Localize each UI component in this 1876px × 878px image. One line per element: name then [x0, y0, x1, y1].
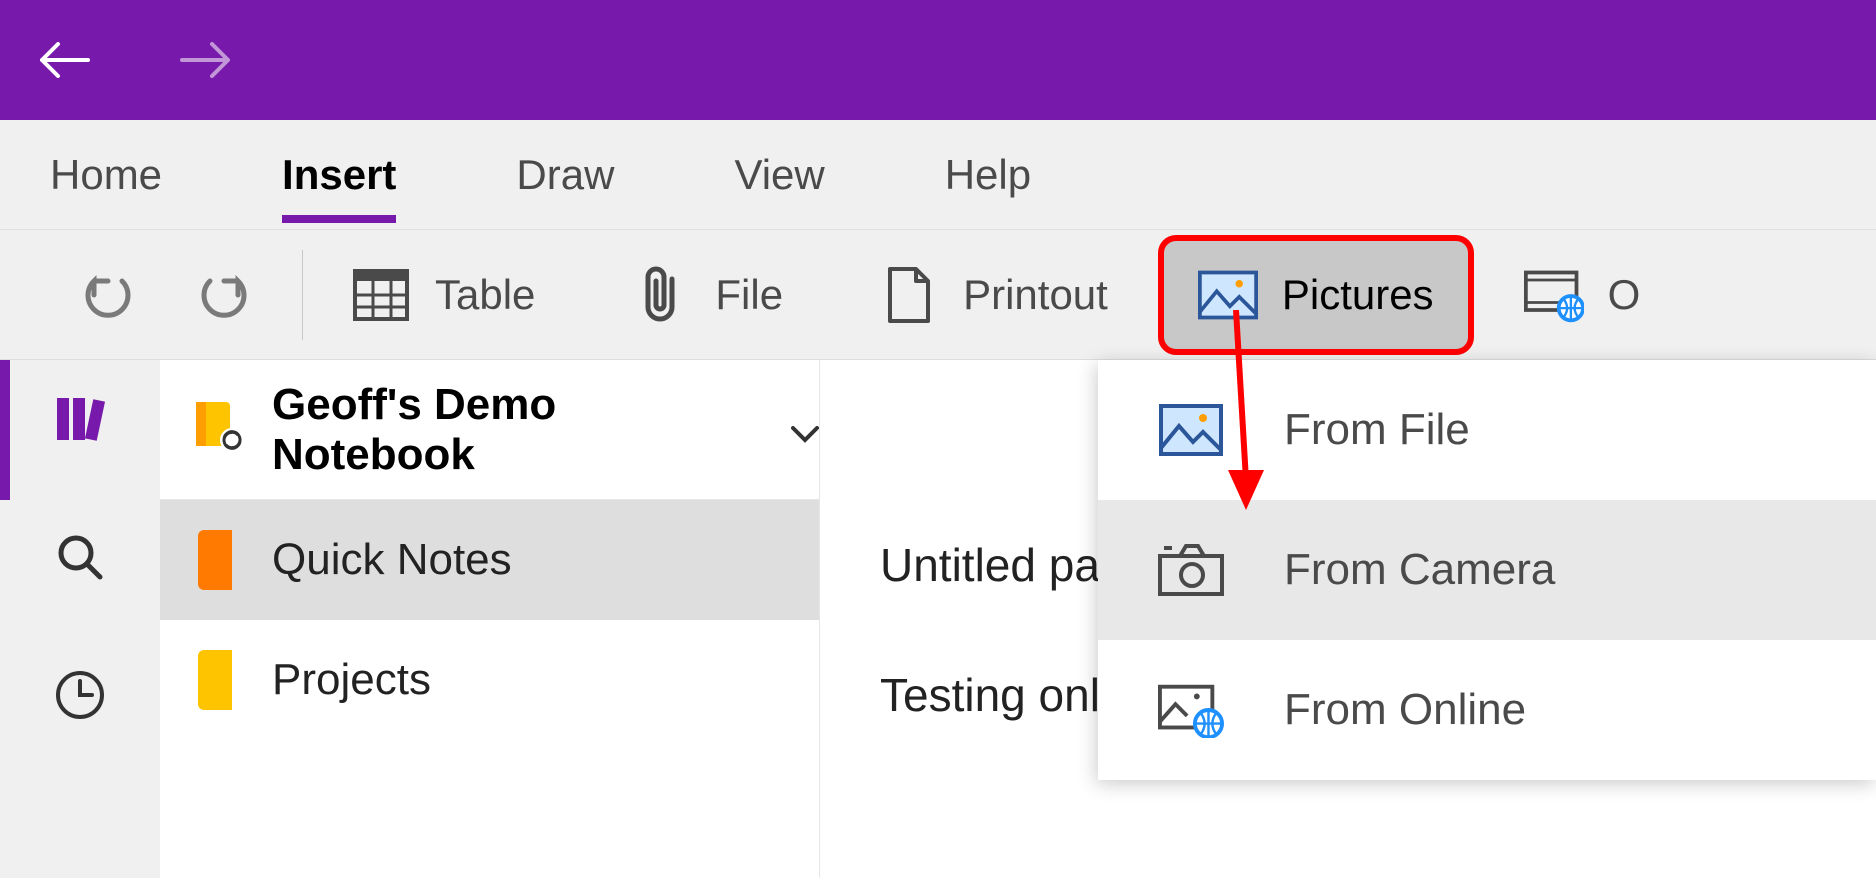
- pictures-from-file[interactable]: From File: [1098, 360, 1876, 500]
- arrow-left-icon: [40, 42, 90, 78]
- insert-printout-label: Printout: [963, 271, 1108, 319]
- arrow-right-icon: [180, 42, 230, 78]
- paperclip-icon: [631, 265, 691, 325]
- notebook-picker[interactable]: Geoff's Demo Notebook: [160, 360, 819, 500]
- page-icon: [879, 265, 939, 325]
- section-color-tab: [198, 650, 232, 710]
- pictures-from-camera[interactable]: From Camera: [1098, 500, 1876, 640]
- section-label: Quick Notes: [272, 535, 512, 585]
- ribbon-separator: [302, 250, 303, 340]
- picture-icon: [1158, 397, 1224, 463]
- dropdown-label: From Camera: [1284, 545, 1555, 595]
- tab-insert[interactable]: Insert: [282, 141, 396, 209]
- tab-help[interactable]: Help: [945, 141, 1031, 209]
- dropdown-label: From Online: [1284, 685, 1526, 735]
- insert-online-video-button[interactable]: O: [1496, 247, 1669, 343]
- chevron-down-icon: [791, 405, 819, 455]
- section-item[interactable]: Quick Notes: [160, 500, 819, 620]
- tab-view[interactable]: View: [734, 141, 824, 209]
- undo-icon: [78, 265, 138, 325]
- books-icon: [51, 390, 109, 448]
- insert-printout-button[interactable]: Printout: [851, 247, 1136, 343]
- notebook-name: Geoff's Demo Notebook: [272, 380, 755, 480]
- recent-button[interactable]: [51, 666, 109, 724]
- nav-rail: [0, 360, 160, 878]
- camera-icon: [1158, 537, 1224, 603]
- section-item[interactable]: Projects: [160, 620, 819, 740]
- nav-rail-accent: [0, 360, 10, 500]
- page-title: Testing only: [880, 668, 1123, 722]
- search-icon: [54, 531, 106, 583]
- search-button[interactable]: [51, 528, 109, 586]
- back-button[interactable]: [40, 35, 90, 85]
- clock-icon: [54, 669, 106, 721]
- pictures-dropdown: From File From Camera From Online: [1098, 360, 1876, 780]
- pictures-from-online[interactable]: From Online: [1098, 640, 1876, 780]
- redo-icon: [194, 265, 254, 325]
- film-globe-icon: [1524, 265, 1584, 325]
- section-color-tab: [198, 530, 232, 590]
- tab-draw[interactable]: Draw: [516, 141, 614, 209]
- redo-button[interactable]: [166, 247, 282, 343]
- insert-pictures-button[interactable]: Pictures: [1158, 235, 1474, 355]
- insert-file-label: File: [715, 271, 783, 319]
- insert-table-label: Table: [435, 271, 535, 319]
- notebook-sync-icon: [190, 396, 246, 463]
- tab-home[interactable]: Home: [50, 141, 162, 209]
- section-label: Projects: [272, 655, 431, 705]
- insert-online-video-label: O: [1608, 271, 1641, 319]
- undo-button[interactable]: [50, 247, 166, 343]
- title-bar: [0, 0, 1876, 120]
- tab-strip: Home Insert Draw View Help: [0, 120, 1876, 230]
- forward-button[interactable]: [180, 35, 230, 85]
- picture-icon: [1198, 265, 1258, 325]
- insert-file-button[interactable]: File: [603, 247, 811, 343]
- ribbon: Table File Printout Pictures: [0, 230, 1876, 360]
- insert-pictures-label: Pictures: [1282, 271, 1434, 319]
- page-title: Untitled pa: [880, 538, 1100, 592]
- notebooks-button[interactable]: [51, 390, 109, 448]
- table-icon: [351, 265, 411, 325]
- picture-globe-icon: [1158, 677, 1224, 743]
- dropdown-label: From File: [1284, 405, 1470, 455]
- insert-table-button[interactable]: Table: [323, 247, 563, 343]
- sections-panel: Geoff's Demo Notebook Quick Notes Projec…: [160, 360, 820, 878]
